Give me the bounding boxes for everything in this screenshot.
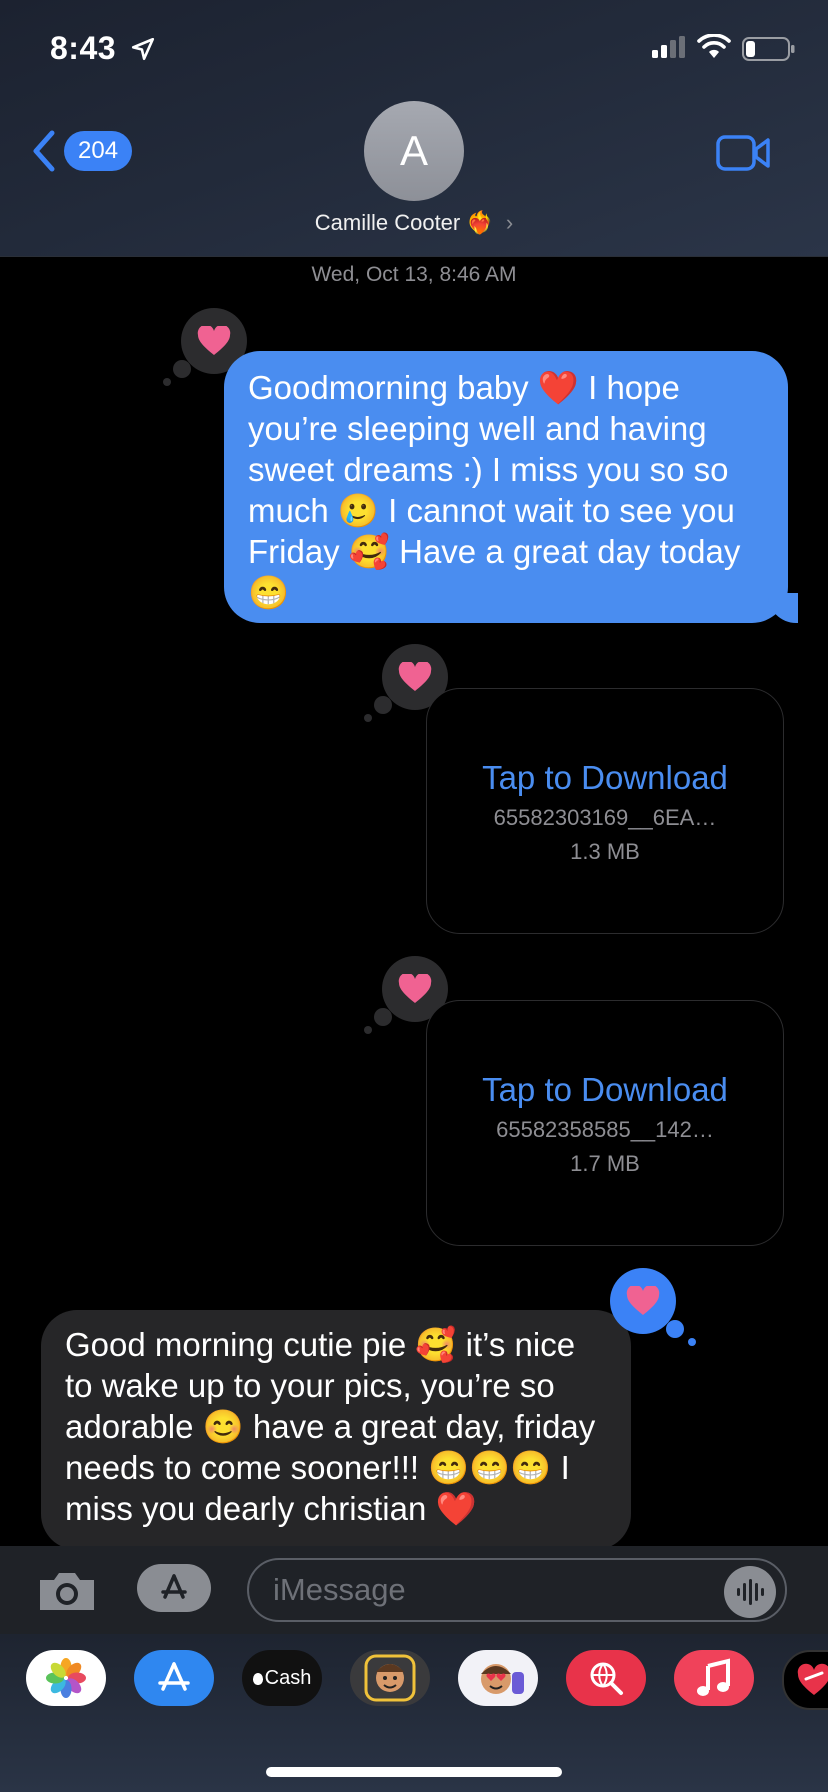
apple-logo-icon: [252, 1672, 263, 1685]
attachment-file-name: 65582303169__6EA…: [493, 805, 717, 830]
avatar-initial: A: [399, 127, 428, 174]
contact-name: Camille Cooter: [314, 210, 461, 235]
heart-icon: [197, 326, 231, 355]
web-images-app-button[interactable]: [566, 1650, 646, 1706]
conversation-header: 8:43 204 A Camille Cooter ❤️‍🔥 ›: [0, 0, 828, 257]
waveform-icon: [737, 1579, 764, 1605]
heart-icon: [626, 1286, 660, 1315]
memoji-stickers-app-button[interactable]: [458, 1650, 538, 1706]
music-icon: [697, 1658, 730, 1696]
contact-name-button[interactable]: Camille Cooter ❤️‍🔥 ›: [0, 210, 828, 236]
tap-to-download-link[interactable]: Tap to Download: [427, 759, 783, 797]
sent-message-bubble[interactable]: Goodmorning baby ❤️ I hope you’re sleepi…: [224, 351, 798, 623]
attachment-file-name: 65582358585__142…: [496, 1117, 714, 1142]
attachment-download[interactable]: Tap to Download 65582358585__142… 1.7 MB: [426, 1000, 784, 1246]
imessage-input[interactable]: iMessage: [247, 1558, 787, 1622]
received-message-bubble[interactable]: Good morning cutie pie 🥰 it’s nice to wa…: [41, 1310, 631, 1550]
memoji-stickers-icon: [481, 1664, 524, 1694]
compose-bar: iMessage: [0, 1546, 828, 1634]
back-button[interactable]: 204: [30, 128, 133, 174]
apple-cash-label: Cash: [264, 1666, 312, 1689]
message-text: Goodmorning baby ❤️ I hope you’re sleepi…: [248, 369, 741, 611]
home-indicator[interactable]: [266, 1767, 562, 1777]
battery-icon: [742, 37, 795, 61]
message-text: Good morning cutie pie 🥰 it’s nice to wa…: [65, 1326, 596, 1527]
app-store-button[interactable]: [137, 1564, 211, 1612]
photos-app-button[interactable]: [26, 1650, 106, 1706]
camera-icon[interactable]: [36, 1568, 98, 1614]
memoji-app-button[interactable]: [350, 1650, 430, 1706]
unread-count-badge: 204: [64, 131, 133, 171]
message-timestamp: Wed, Oct 13, 8:46 AM: [311, 263, 517, 286]
music-app-button[interactable]: [674, 1650, 754, 1706]
apple-cash-app-button[interactable]: Cash: [242, 1650, 322, 1706]
attachment-download[interactable]: Tap to Download 65582303169__6EA… 1.3 MB: [426, 688, 784, 934]
heart-icon: [398, 662, 432, 691]
contact-avatar[interactable]: A: [364, 101, 464, 201]
digital-touch-icon: [797, 1663, 828, 1695]
status-time: 8:43: [50, 30, 117, 66]
heart-tapback-sent[interactable]: [610, 1268, 696, 1346]
heart-icon: [398, 974, 432, 1003]
audio-message-button[interactable]: [724, 1566, 776, 1618]
attachment-file-size: 1.3 MB: [570, 839, 640, 864]
tap-to-download-link[interactable]: Tap to Download: [427, 1071, 783, 1109]
app-store-icon: [158, 1662, 190, 1691]
facetime-video-icon[interactable]: [716, 134, 772, 172]
app-store-icon: [161, 1574, 187, 1599]
photos-icon: [46, 1658, 86, 1698]
wifi-icon: [697, 34, 731, 58]
chevron-right-icon: ›: [505, 210, 514, 235]
apple-cash-icon: Cash: [252, 1666, 312, 1690]
web-images-icon: [590, 1662, 623, 1695]
memoji-icon: [364, 1654, 416, 1702]
digital-touch-app-button[interactable]: [782, 1650, 828, 1710]
app-store-app-button[interactable]: [134, 1650, 214, 1706]
cellular-signal-icon: [652, 36, 685, 58]
chevron-left-icon: [33, 130, 55, 172]
attachment-file-size: 1.7 MB: [570, 1151, 640, 1176]
contact-emoji: ❤️‍🔥: [466, 210, 494, 235]
location-arrow-icon: [131, 37, 155, 61]
